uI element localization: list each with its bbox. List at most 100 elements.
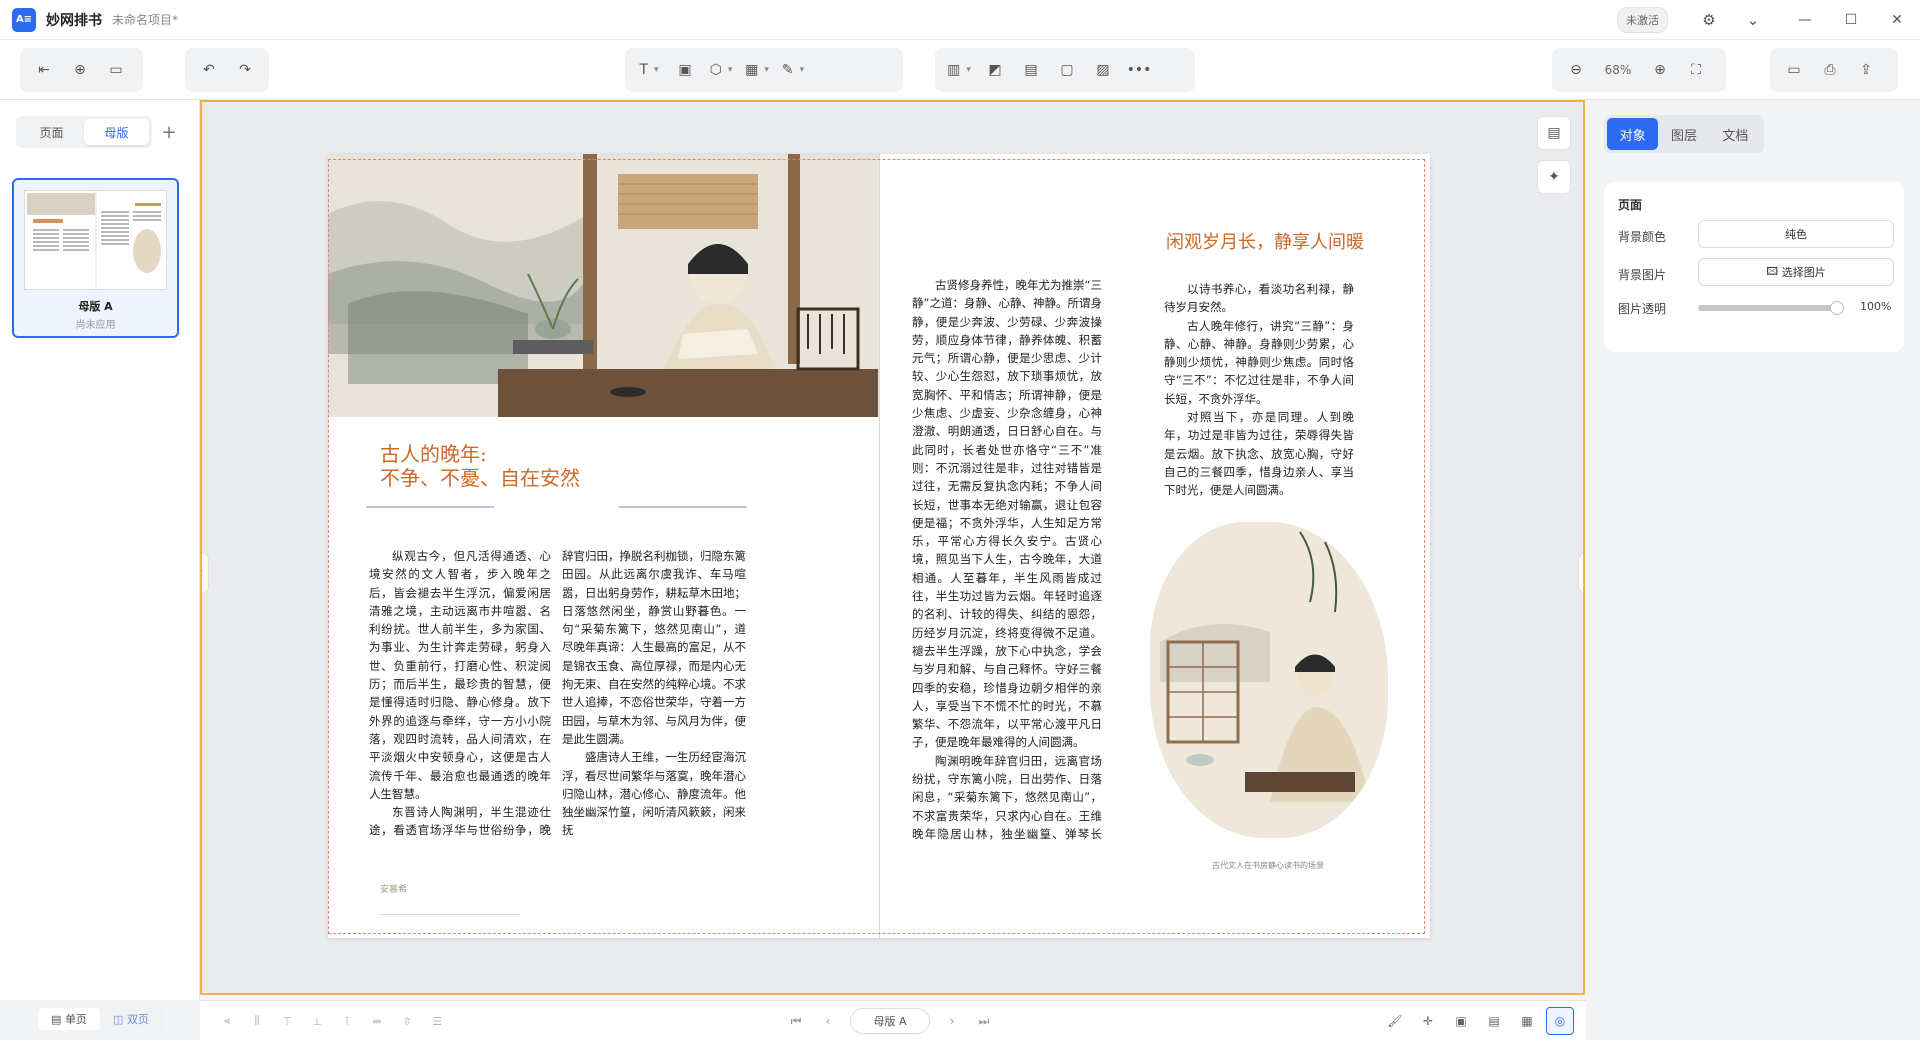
tab-pages[interactable]: 页面: [19, 119, 84, 145]
save-icon[interactable]: ▭: [1776, 54, 1812, 86]
opacity-slider[interactable]: [1698, 301, 1844, 315]
footer-text[interactable]: 安慕希: [380, 882, 407, 895]
text-column-2[interactable]: 辞官归田，挣脱名利枷锁，归隐东篱田园。从此远离尔虞我诈、车马喧嚣，日出躬身劳作，…: [562, 547, 746, 837]
paragraph: 东晋诗人陶渊明，半生混迹仕途，看透官场浮华与世俗纷争，晚年毅然: [369, 805, 551, 837]
paragraph: 纵观古今，但凡活得通透、心境安然的文人智者，步入晚年之后，皆会褪去半生浮沉，偏爱…: [369, 549, 551, 801]
align-left-icon[interactable]: ⫷: [212, 1009, 242, 1033]
tab-object[interactable]: 对象: [1607, 118, 1659, 150]
undo-icon[interactable]: ↶: [191, 54, 227, 86]
tab-masters[interactable]: 母版: [84, 119, 149, 145]
page-navigator: ⏮ ‹ 母版 A › ⏭: [780, 1008, 1000, 1034]
page-spread[interactable]: 古人的晚年: 不争、不憂、自在安然 纵观古今，但凡活得通透、心境安然的文人智者，…: [328, 154, 1430, 938]
current-master-label[interactable]: 母版 A: [850, 1008, 930, 1034]
margin-view-icon[interactable]: ▤: [1480, 1007, 1508, 1035]
output-tool-group: ▭ ⎙ ⇪: [1770, 48, 1898, 92]
textbox-tool-icon[interactable]: ▤: [1013, 54, 1049, 86]
export-icon[interactable]: ⇪: [1848, 54, 1884, 86]
chart-tool-icon[interactable]: ▥ ▾: [941, 54, 977, 86]
spread-fold-line: [879, 154, 880, 938]
scholar-reading-illustration[interactable]: [328, 154, 879, 417]
distribute-horizontal-icon[interactable]: ⇹: [362, 1009, 392, 1033]
settings-gear-icon[interactable]: ⚙: [1694, 5, 1724, 35]
choose-image-button[interactable]: 🖾 选择图片: [1698, 258, 1894, 286]
zoom-level[interactable]: 68%: [1594, 63, 1642, 77]
open-folder-icon[interactable]: ▭: [98, 54, 134, 86]
align-tools: ⫷ ⫼ ⊤ ⊥ ⊺ ⇹ ⇳ ☰: [212, 1009, 452, 1033]
shape-tool-icon[interactable]: ⬡ ▾: [703, 54, 739, 86]
media-tool-icon[interactable]: ▨: [1085, 54, 1121, 86]
snap-guides-icon[interactable]: ✛: [1414, 1007, 1442, 1035]
focus-mode-icon[interactable]: ◎: [1546, 1007, 1574, 1035]
back-icon[interactable]: ⇤: [26, 54, 62, 86]
frame-tool-icon[interactable]: ▢: [1049, 54, 1085, 86]
left-heading-line-2: 不争、不憂、自在安然: [380, 466, 580, 490]
left-page-heading[interactable]: 古人的晚年: 不争、不憂、自在安然: [380, 442, 580, 490]
footer-divider: [380, 914, 520, 915]
prev-page-icon[interactable]: ‹: [815, 1008, 841, 1034]
floating-tools: ▤ ✦: [1537, 116, 1573, 204]
master-thumbnail-card[interactable]: 母版 A 尚未应用: [12, 178, 179, 338]
zoom-in-icon[interactable]: ⊕: [1642, 54, 1678, 86]
distribute-spacing-icon[interactable]: ☰: [422, 1009, 452, 1033]
frame-view-icon[interactable]: ▣: [1447, 1007, 1475, 1035]
activation-status-badge[interactable]: 未激活: [1617, 7, 1668, 33]
right-page-heading[interactable]: 闲观岁月长，静享人间暖: [1166, 228, 1364, 254]
pen-tool-icon[interactable]: ✎ ▾: [775, 54, 811, 86]
image-tool-icon[interactable]: ▣: [667, 54, 703, 86]
first-page-icon[interactable]: ⏮: [783, 1008, 809, 1034]
align-bottom-icon[interactable]: ⊥: [302, 1009, 332, 1033]
page-notes-icon[interactable]: ▤: [1537, 116, 1571, 150]
close-button[interactable]: ✕: [1874, 0, 1920, 40]
print-icon[interactable]: ⎙: [1812, 54, 1848, 86]
distribute-vertical-icon[interactable]: ⇳: [392, 1009, 422, 1033]
graph-tool-icon[interactable]: ◩: [977, 54, 1013, 86]
align-center-icon[interactable]: ⫼: [242, 1009, 272, 1033]
text-column-4[interactable]: 以诗书养心，看淡功名利禄，静待岁月安然。 古人晚年修行，讲究“三静”：身静、心静…: [1164, 280, 1354, 512]
image-caption[interactable]: 古代文人在书房静心读书的场景: [1212, 860, 1324, 871]
paragraph: 对照当下，亦是同理。人到晚年，功过是非皆为过往，荣辱得失皆是云烟。放下执念、放宽…: [1164, 410, 1354, 498]
ai-sparkle-icon[interactable]: ✦: [1537, 160, 1571, 194]
grid-view-icon[interactable]: ▦: [1513, 1007, 1541, 1035]
view-tools: 🖌 ✛ ▣ ▤ ▦ ◎: [1376, 1007, 1574, 1035]
format-painter-icon[interactable]: 🖌: [1381, 1007, 1409, 1035]
text-column-3[interactable]: 古贤修身养性，晚年尤为推崇“三静”之道：身静、心静、神静。所谓身静，便是少奔波、…: [912, 276, 1102, 844]
left-heading-line-1: 古人的晚年:: [380, 442, 487, 466]
zoom-out-icon[interactable]: ⊖: [1558, 54, 1594, 86]
project-name: 未命名项目*: [112, 13, 179, 27]
align-middle-icon[interactable]: ⊺: [332, 1009, 362, 1033]
collapse-right-panel-handle[interactable]: ›: [1578, 552, 1583, 594]
minimize-button[interactable]: —: [1782, 0, 1828, 40]
bottom-bar: ⫷ ⫼ ⊤ ⊥ ⊺ ⇹ ⇳ ☰ ⏮ ‹ 母版 A › ⏭ 🖌 ✛ ▣ ▤ ▦ ◎: [200, 1000, 1586, 1040]
add-master-button[interactable]: +: [156, 119, 182, 145]
view-mode-toggle: ▤ 单页 ◫ 双页: [36, 1006, 164, 1032]
paragraph: 古人晚年修行，讲究“三静”：身静、心静、神静。身静则少劳累，心静则少烦忧，神静则…: [1164, 318, 1354, 406]
next-page-icon[interactable]: ›: [939, 1008, 965, 1034]
opacity-slider-handle[interactable]: [1830, 301, 1844, 315]
tab-document[interactable]: 文档: [1710, 118, 1761, 150]
bg-color-label: 背景颜色: [1618, 230, 1667, 244]
canvas[interactable]: ‹ › ▤ ✦: [200, 100, 1585, 995]
more-icon[interactable]: •••: [1121, 54, 1157, 86]
align-top-icon[interactable]: ⊤: [272, 1009, 302, 1033]
new-file-icon[interactable]: ⊕: [62, 54, 98, 86]
text-column-1[interactable]: 纵观古今，但凡活得通透、心境安然的文人智者，步入晚年之后，皆会褪去半生浮沉，偏爱…: [369, 547, 551, 837]
maximize-button[interactable]: ☐: [1828, 0, 1874, 40]
section-title: 页面: [1618, 198, 1643, 212]
double-page-view-button[interactable]: ◫ 双页: [100, 1008, 162, 1030]
right-panel: 对象 图层 文档 页面 背景颜色 纯色 背景图片 🖾 选择图片 图片透明 100…: [1586, 100, 1920, 1040]
collapse-left-panel-handle[interactable]: ‹: [202, 552, 209, 594]
opacity-slider-fill: [1698, 305, 1840, 311]
tab-layers[interactable]: 图层: [1658, 118, 1709, 150]
single-page-view-button[interactable]: ▤ 单页: [38, 1008, 100, 1030]
bg-color-select[interactable]: 纯色: [1698, 220, 1894, 248]
last-page-icon[interactable]: ⏭: [971, 1008, 997, 1034]
chevron-down-icon[interactable]: ⌄: [1738, 5, 1768, 35]
table-tool-icon[interactable]: ▦ ▾: [739, 54, 775, 86]
double-page-icon: ◫: [113, 1012, 127, 1026]
scholar-study-illustration[interactable]: [1150, 522, 1388, 838]
fit-screen-icon[interactable]: ⛶: [1678, 54, 1714, 86]
app-logo: A≡: [12, 7, 36, 32]
text-tool-icon[interactable]: T ▾: [631, 54, 667, 86]
opacity-label: 图片透明: [1618, 302, 1667, 316]
redo-icon[interactable]: ↷: [227, 54, 263, 86]
